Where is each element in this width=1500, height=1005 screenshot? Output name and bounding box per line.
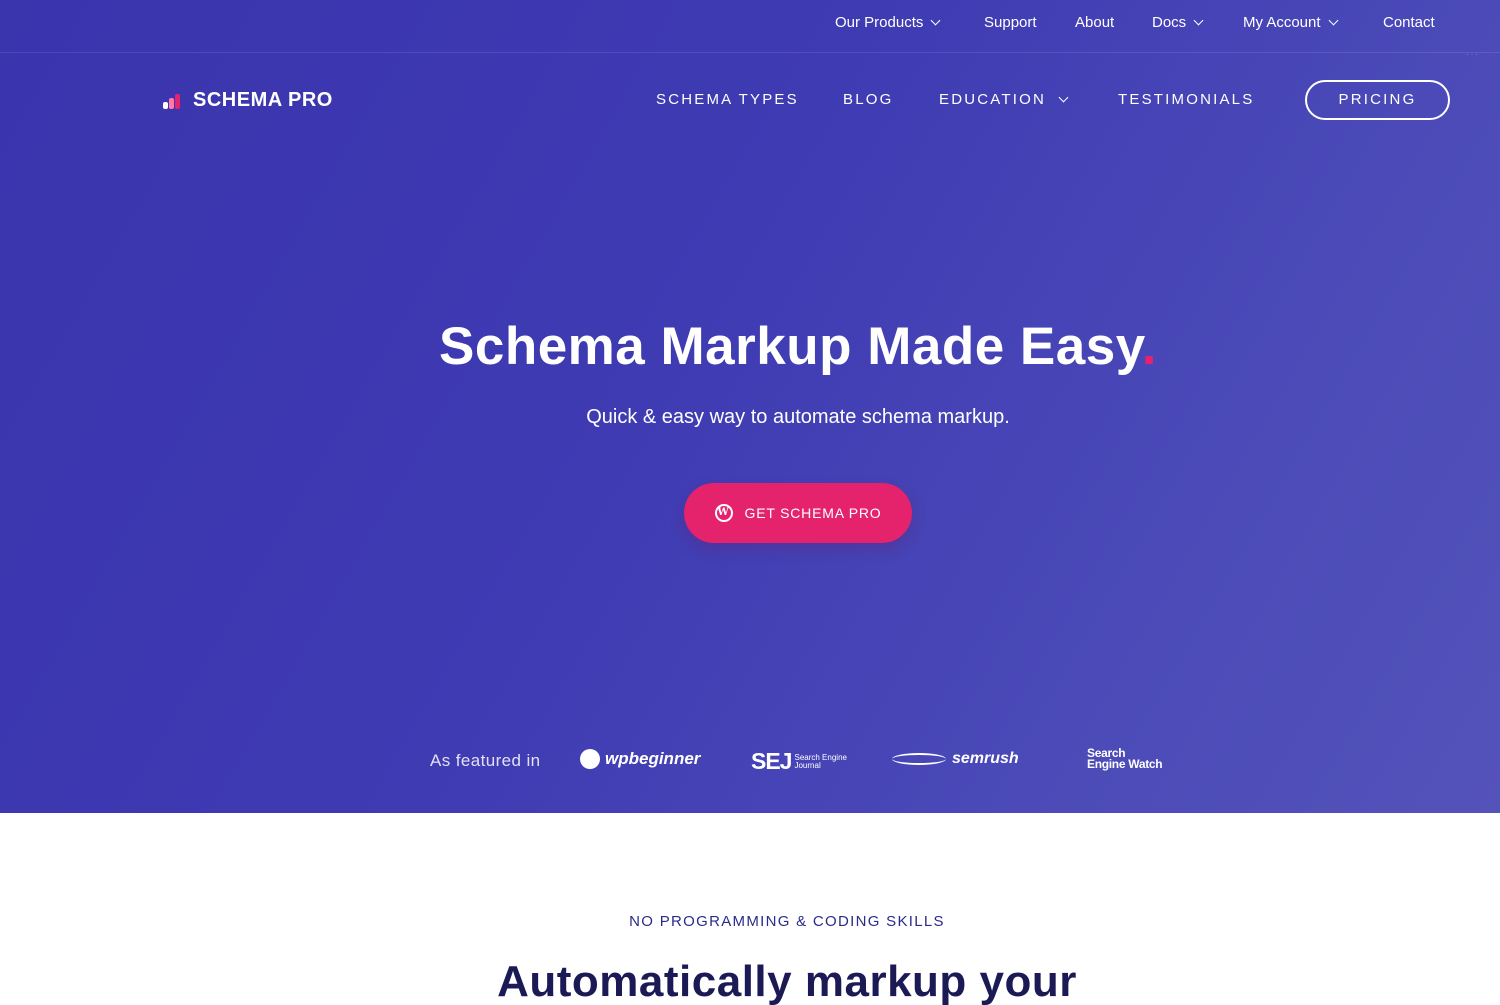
bar-chart-logo-icon <box>161 89 187 111</box>
chevron-down-icon <box>930 15 941 26</box>
hero-headline: Schema Markup Made Easy. <box>0 316 1500 377</box>
hero-section: Our Products Support About Docs My Accou… <box>0 0 1500 813</box>
sej-logo: SEJ Search Engine Journal <box>751 748 847 775</box>
semrush-text: semrush <box>952 750 1019 767</box>
sej-text: SEJ <box>751 748 792 774</box>
wpbeginner-face-icon <box>580 749 600 769</box>
topbar-my-account-label: My Account <box>1243 14 1321 31</box>
wordpress-icon: W <box>714 504 733 522</box>
topbar-docs-label: Docs <box>1152 14 1187 31</box>
headline-accent-dot: . <box>1141 317 1157 376</box>
section-title: Automatically markup your <box>497 957 1077 1005</box>
chevron-down-icon <box>1058 92 1069 103</box>
site-logo[interactable]: SCHEMA PRO <box>161 86 333 114</box>
section-kicker: NO PROGRAMMING & CODING SKILLS <box>629 913 945 930</box>
topbar-my-account[interactable]: My Account <box>1243 12 1338 34</box>
sej-subtext-2: Journal <box>794 760 821 770</box>
hero-subheadline: Quick & easy way to automate schema mark… <box>586 406 1010 428</box>
featured-label: As featured in <box>430 751 541 770</box>
wpbeginner-logo: wpbeginner <box>580 749 700 769</box>
topbar-docs[interactable]: Docs <box>1152 12 1204 34</box>
semrush-logo: semrush <box>892 750 1019 768</box>
logo-text: SCHEMA PRO <box>193 88 333 111</box>
cta-label: GET SCHEMA PRO <box>744 505 882 521</box>
nav-testimonials-label: TESTIMONIALS <box>1118 91 1255 108</box>
nav-schema-types[interactable]: SCHEMA TYPES <box>656 89 799 111</box>
nav-education[interactable]: EDUCATION <box>939 89 1069 111</box>
get-schema-pro-button[interactable]: W GET SCHEMA PRO <box>684 483 912 543</box>
nav-schema-types-label: SCHEMA TYPES <box>656 91 799 108</box>
search-engine-watch-logo: Search Engine Watch <box>1087 747 1163 771</box>
semrush-swoosh-icon <box>892 753 946 765</box>
topbar-our-products-label: Our Products <box>835 14 924 31</box>
topbar-contact-label: Contact <box>1383 14 1435 31</box>
dots-decoration: ··· <box>1466 50 1480 59</box>
nav-education-label: EDUCATION <box>939 91 1047 108</box>
topbar-our-products[interactable]: Our Products <box>835 12 941 34</box>
wpbeginner-text: wpbeginner <box>605 749 701 768</box>
chevron-down-icon <box>1193 15 1204 26</box>
topbar-contact[interactable]: Contact <box>1383 12 1435 34</box>
topbar-about-label: About <box>1075 14 1115 31</box>
sej-subtext: Search Engine Journal <box>794 753 846 770</box>
pricing-button[interactable]: PRICING <box>1305 80 1450 120</box>
nav-blog[interactable]: BLOG <box>843 89 893 111</box>
nav-blog-label: BLOG <box>843 91 894 108</box>
hero-headline-text: Schema Markup Made Easy <box>439 317 1142 376</box>
page: Our Products Support About Docs My Accou… <box>0 0 1500 1005</box>
topbar-support[interactable]: Support <box>984 12 1037 34</box>
chevron-down-icon <box>1328 15 1338 26</box>
topbar-support-label: Support <box>984 14 1037 31</box>
topbar-about[interactable]: About <box>1075 12 1114 34</box>
sew-text-2: Engine Watch <box>1087 757 1163 771</box>
nav-testimonials[interactable]: TESTIMONIALS <box>1118 89 1254 111</box>
top-utility-bar: Our Products Support About Docs My Accou… <box>0 0 1500 53</box>
